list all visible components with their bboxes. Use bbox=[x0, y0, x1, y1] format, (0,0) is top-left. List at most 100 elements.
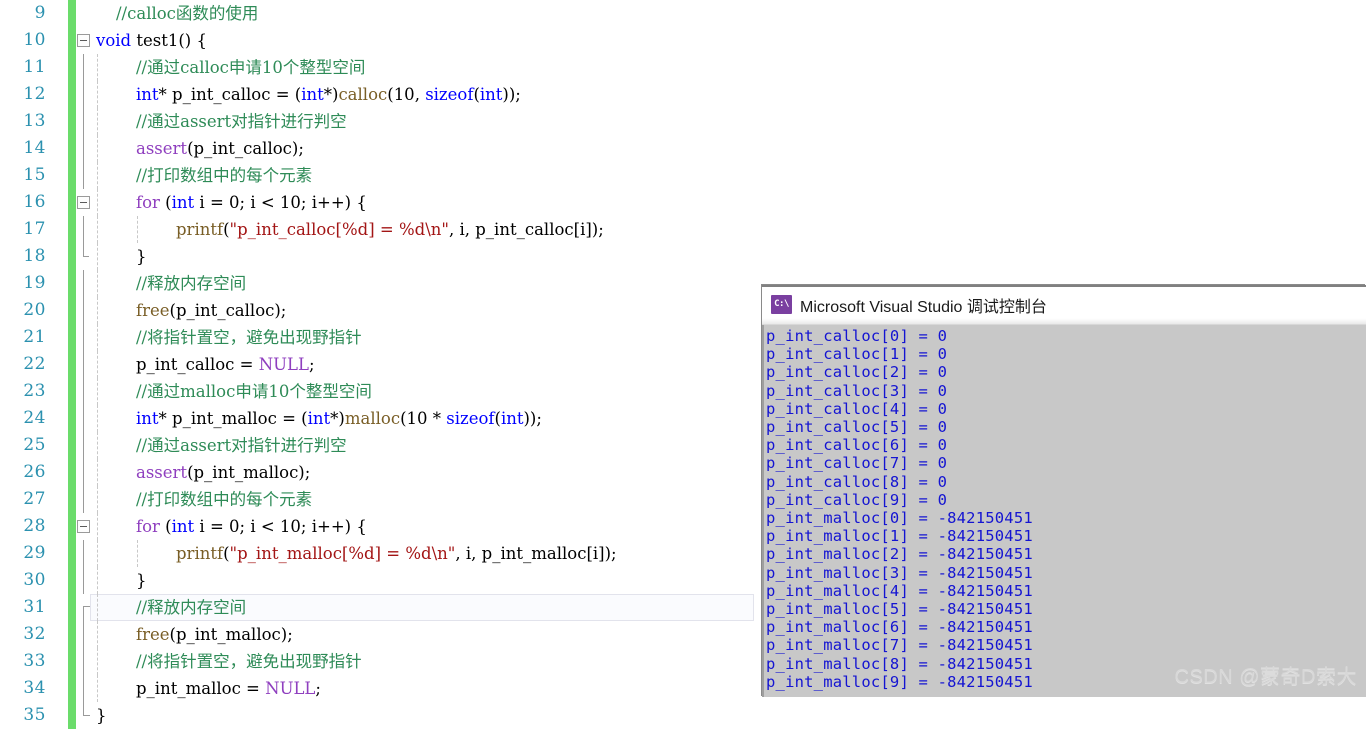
code-line[interactable]: 13 //通过assert对指针进行判空 bbox=[0, 108, 1366, 135]
code-token: 0 bbox=[229, 517, 240, 536]
change-indicator-bar bbox=[68, 459, 76, 486]
code-token: ( bbox=[159, 517, 172, 536]
code-token: int bbox=[171, 517, 195, 536]
code-token: (p_int_calloc); bbox=[187, 139, 304, 158]
change-indicator-bar bbox=[68, 108, 76, 135]
code-token: , bbox=[414, 85, 426, 104]
collapse-minus-icon[interactable] bbox=[77, 520, 90, 533]
line-number: 30 bbox=[23, 570, 46, 590]
console-output-line: p_int_calloc[9] = 0 bbox=[766, 490, 948, 509]
console-output-line: p_int_calloc[0] = 0 bbox=[766, 327, 948, 345]
code-token: () { bbox=[178, 31, 207, 50]
code-token: (p_int_malloc); bbox=[187, 463, 311, 482]
indent-guide bbox=[97, 297, 98, 324]
change-indicator-bar bbox=[68, 675, 76, 702]
code-line-text: free(p_int_malloc); bbox=[136, 621, 293, 648]
line-number: 11 bbox=[23, 57, 46, 77]
code-line[interactable]: 18} bbox=[0, 243, 1366, 270]
code-line[interactable]: 35} bbox=[0, 702, 1366, 729]
indent-guide bbox=[97, 243, 98, 270]
line-number: 18 bbox=[23, 246, 46, 266]
console-title-bar[interactable]: C:\ Microsoft Visual Studio 调试控制台 bbox=[762, 285, 1366, 325]
change-indicator-bar bbox=[68, 324, 76, 351]
change-indicator-bar bbox=[68, 513, 76, 540]
line-number: 17 bbox=[23, 219, 46, 239]
code-token: //释放内存空间 bbox=[136, 598, 247, 617]
code-token: //通过calloc申请10个整型空间 bbox=[136, 58, 366, 77]
console-output-line: p_int_calloc[7] = 0 bbox=[766, 454, 948, 473]
collapse-minus-icon[interactable] bbox=[77, 34, 90, 47]
code-token: 0 bbox=[229, 193, 240, 212]
code-token: free bbox=[136, 301, 170, 320]
console-output-line: p_int_malloc[1] = -842150451 bbox=[766, 527, 1033, 546]
code-line-text: } bbox=[136, 243, 147, 270]
code-line-text: //通过calloc申请10个整型空间 bbox=[136, 54, 365, 81]
code-token: , i, p_int_malloc[i]); bbox=[455, 544, 617, 563]
console-output-line: p_int_malloc[5] = -842150451 bbox=[766, 600, 1033, 619]
code-fold-guide bbox=[83, 162, 84, 189]
code-line-text: printf("p_int_malloc[%d] = %d\n", i, p_i… bbox=[176, 540, 617, 567]
indent-guide bbox=[97, 405, 98, 432]
code-token: 10 bbox=[279, 517, 301, 536]
line-number: 14 bbox=[23, 138, 46, 158]
code-line[interactable]: 10 void test1() { bbox=[0, 27, 1366, 54]
indent-guide bbox=[97, 216, 98, 243]
code-token: int bbox=[136, 409, 159, 428]
debug-console-window[interactable]: C:\ Microsoft Visual Studio 调试控制台 p_int_… bbox=[762, 285, 1366, 697]
code-token: *) bbox=[330, 409, 345, 428]
code-line-text: void test1() { bbox=[96, 27, 207, 54]
code-fold-guide bbox=[83, 540, 84, 567]
code-token: 10 bbox=[279, 193, 301, 212]
code-token: )); bbox=[523, 409, 542, 428]
line-number: 23 bbox=[23, 381, 46, 401]
line-number: 13 bbox=[23, 111, 46, 131]
code-line[interactable]: 15 //打印数组中的每个元素 bbox=[0, 162, 1366, 189]
console-output-line: p_int_calloc[4] = 0 bbox=[766, 399, 948, 418]
indent-guide bbox=[97, 162, 98, 189]
code-token: ; i < bbox=[239, 517, 280, 536]
indent-guide bbox=[137, 540, 138, 567]
code-token: //打印数组中的每个元素 bbox=[136, 166, 313, 185]
code-token: *) bbox=[323, 85, 339, 104]
code-token: NULL bbox=[258, 355, 309, 374]
change-indicator-bar bbox=[68, 702, 76, 729]
code-line-text: //将指针置空，避免出现野指针 bbox=[136, 648, 362, 675]
change-indicator-bar bbox=[68, 216, 76, 243]
code-token: free bbox=[136, 625, 170, 644]
code-token: p_int_calloc = bbox=[136, 355, 259, 374]
code-token: ; i++) { bbox=[300, 517, 367, 536]
code-token: } bbox=[96, 706, 107, 725]
code-token: int bbox=[307, 409, 331, 428]
code-line-text: p_int_calloc = NULL; bbox=[136, 351, 315, 378]
code-line[interactable]: 14 assert(p_int_calloc); bbox=[0, 135, 1366, 162]
code-token: "p_int_calloc[%d] = %d\n" bbox=[229, 220, 449, 239]
code-token: int bbox=[301, 85, 324, 104]
console-output-line: p_int_calloc[1] = 0 bbox=[766, 345, 948, 364]
code-fold-guide bbox=[83, 54, 84, 81]
code-token: //释放内存空间 bbox=[136, 274, 247, 293]
code-line[interactable]: 9 //calloc函数的使用 bbox=[0, 0, 1366, 27]
code-token: //通过assert对指针进行判空 bbox=[136, 436, 347, 455]
code-fold-guide bbox=[83, 648, 84, 675]
line-number: 16 bbox=[23, 192, 46, 212]
code-token: //将指针置空，避免出现野指针 bbox=[136, 328, 362, 347]
collapse-minus-icon[interactable] bbox=[77, 196, 90, 209]
code-fold-guide bbox=[83, 81, 84, 108]
indent-guide bbox=[97, 648, 98, 675]
line-number: 33 bbox=[23, 651, 46, 671]
indent-guide bbox=[97, 351, 98, 378]
code-line[interactable]: 11 //通过calloc申请10个整型空间 bbox=[0, 54, 1366, 81]
code-line[interactable]: 17 printf("p_int_calloc[%d] = %d\n", i, p… bbox=[0, 216, 1366, 243]
line-number: 12 bbox=[23, 84, 46, 104]
code-token: //打印数组中的每个元素 bbox=[136, 490, 313, 509]
code-token: sizeof bbox=[446, 409, 495, 428]
code-line[interactable]: 12 int* p_int_calloc = (int*)calloc(10, s… bbox=[0, 81, 1366, 108]
console-output-area[interactable]: p_int_calloc[0] = 0 p_int_calloc[1] = 0 p_… bbox=[762, 325, 1366, 697]
code-token: //通过assert对指针进行判空 bbox=[136, 112, 347, 131]
console-output-line: p_int_calloc[6] = 0 bbox=[766, 436, 948, 455]
indent-guide bbox=[97, 513, 98, 540]
code-token: test1 bbox=[136, 31, 179, 50]
code-line[interactable]: 16 for (int i = 0; i < 10; i++) { bbox=[0, 189, 1366, 216]
line-number: 19 bbox=[23, 273, 46, 293]
code-line-text: assert(p_int_calloc); bbox=[136, 135, 304, 162]
